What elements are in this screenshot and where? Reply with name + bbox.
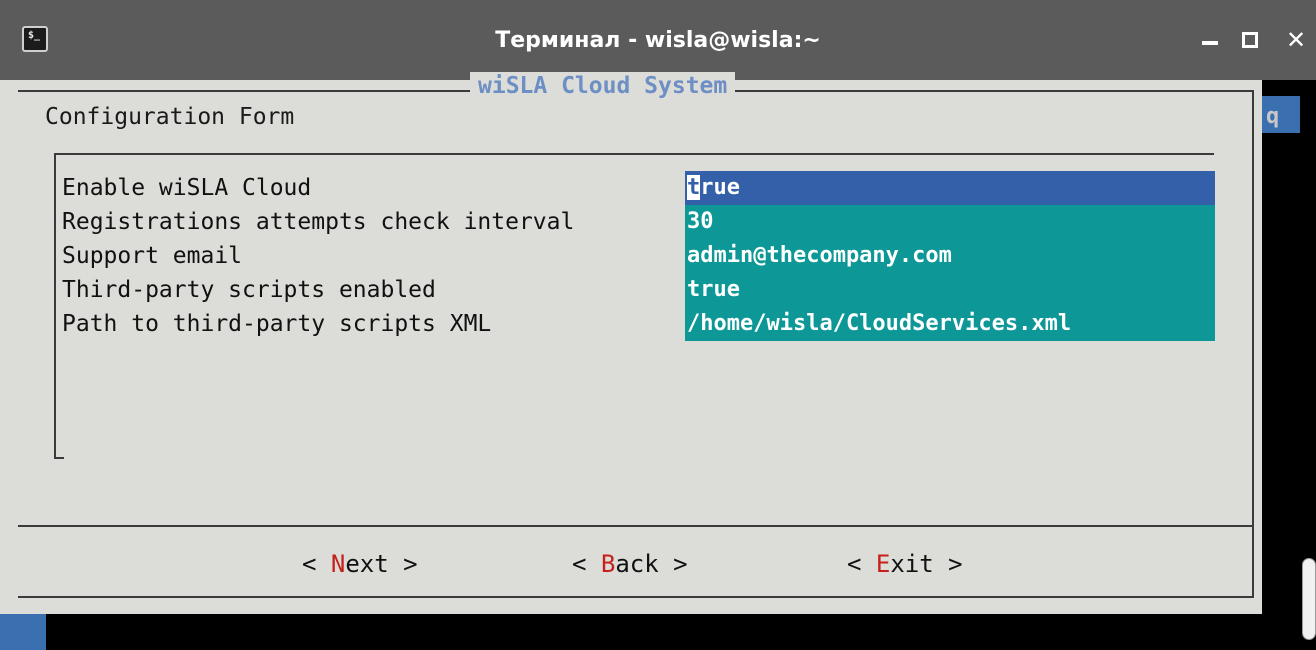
exit-button-hotkey: E bbox=[875, 550, 891, 578]
config-dialog: wiSLA Cloud System Configuration Form En… bbox=[0, 72, 1262, 614]
exit-button[interactable]: < Exit > bbox=[847, 544, 963, 584]
field-label-enable-cloud: Enable wiSLA Cloud bbox=[62, 175, 312, 201]
terminal-behind-text: q bbox=[1266, 104, 1280, 129]
support-email-input[interactable]: admin@thecompany.com bbox=[685, 239, 1215, 273]
close-button[interactable]: ✕ bbox=[1283, 25, 1309, 55]
minimize-icon bbox=[1202, 41, 1218, 45]
field-label-check-interval: Registrations attempts check interval bbox=[62, 209, 575, 235]
third-party-enabled-input[interactable]: true bbox=[685, 273, 1215, 307]
maximize-icon bbox=[1242, 32, 1258, 48]
dialog-separator bbox=[18, 525, 1254, 527]
field-label-third-party-enabled: Third-party scripts enabled bbox=[62, 277, 436, 303]
terminal-icon-glyph: $_ bbox=[28, 30, 41, 41]
scripts-path-input[interactable]: /home/wisla/CloudServices.xml bbox=[685, 307, 1215, 341]
terminal-icon[interactable]: $_ bbox=[22, 26, 48, 52]
field-label-support-email: Support email bbox=[62, 243, 243, 269]
next-button-label: ext > bbox=[345, 550, 418, 578]
form-frame-left bbox=[54, 153, 56, 459]
check-interval-input[interactable]: 30 bbox=[685, 205, 1215, 239]
dialog-frame-right bbox=[1252, 90, 1254, 598]
form-frame-top bbox=[54, 153, 1214, 155]
terminal-background-bar-bottom bbox=[0, 614, 46, 650]
exit-button-prefix: < bbox=[847, 550, 876, 578]
field-values: true 30 admin@thecompany.com true /home/… bbox=[685, 171, 1215, 341]
form-frame-corner bbox=[54, 457, 64, 459]
dialog-frame-bottom bbox=[18, 596, 1254, 598]
field-labels: Enable wiSLA Cloud Registrations attempt… bbox=[62, 171, 574, 341]
enable-cloud-value: rue bbox=[700, 175, 740, 200]
field-label-scripts-path: Path to third-party scripts XML bbox=[62, 311, 492, 337]
enable-cloud-input[interactable]: true bbox=[685, 171, 1215, 205]
maximize-button[interactable] bbox=[1237, 25, 1263, 55]
dialog-title: wiSLA Cloud System bbox=[470, 72, 736, 100]
window-title: Терминал - wisla@wisla:~ bbox=[495, 27, 821, 53]
back-button[interactable]: < Back > bbox=[572, 544, 688, 584]
next-button-hotkey: N bbox=[330, 550, 346, 578]
form-heading: Configuration Form bbox=[45, 104, 295, 130]
terminal-area[interactable]: q wiSLA Cloud System Configuration Form … bbox=[0, 72, 1316, 650]
back-button-prefix: < bbox=[572, 550, 601, 578]
back-button-hotkey: B bbox=[600, 550, 616, 578]
back-button-label: ack > bbox=[615, 550, 688, 578]
window-titlebar: $_ Терминал - wisla@wisla:~ ✕ bbox=[0, 0, 1316, 80]
text-cursor: t bbox=[687, 175, 701, 200]
minimize-button[interactable] bbox=[1197, 25, 1223, 55]
dialog-buttons: < Next > < Back > < Exit > bbox=[0, 544, 1262, 584]
exit-button-label: xit > bbox=[890, 550, 963, 578]
next-button[interactable]: < Next > bbox=[302, 544, 418, 584]
terminal-scrollbar[interactable] bbox=[1302, 558, 1316, 640]
form-box: Enable wiSLA Cloud Registrations attempt… bbox=[54, 153, 1225, 459]
next-button-prefix: < bbox=[302, 550, 331, 578]
